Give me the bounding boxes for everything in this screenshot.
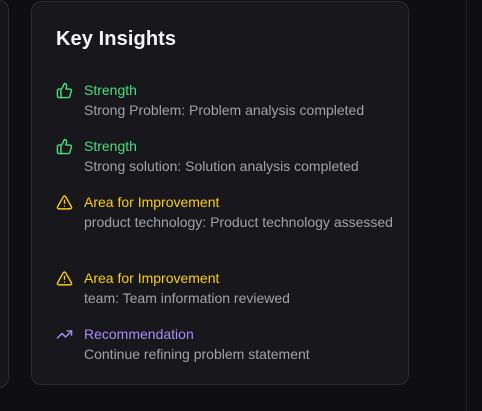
insight-label: Strength bbox=[84, 138, 137, 154]
card-title: Key Insights bbox=[56, 28, 177, 50]
insight-label: Strength bbox=[84, 82, 137, 98]
insight-label: Area for Improvement bbox=[84, 270, 220, 286]
thumbs-up-icon bbox=[56, 138, 73, 155]
insight-description: product technology: Product technology a… bbox=[84, 214, 393, 230]
warning-triangle-icon bbox=[56, 194, 73, 211]
insight-description: team: Team information reviewed bbox=[84, 290, 290, 306]
insight-label: Area for Improvement bbox=[84, 194, 220, 210]
insight-label: Recommendation bbox=[84, 326, 194, 342]
insight-description: Continue refining problem statement bbox=[84, 346, 310, 362]
right-panel-divider bbox=[466, 0, 467, 411]
trending-up-icon bbox=[56, 326, 73, 343]
warning-triangle-icon bbox=[56, 270, 73, 287]
insight-description: Strong Problem: Problem analysis complet… bbox=[84, 102, 365, 118]
left-panel-edge bbox=[0, 0, 9, 388]
key-insights-card: Key Insights Strength Strong Problem: Pr… bbox=[31, 1, 409, 385]
insight-description: Strong solution: Solution analysis compl… bbox=[84, 158, 359, 174]
thumbs-up-icon bbox=[56, 82, 73, 99]
